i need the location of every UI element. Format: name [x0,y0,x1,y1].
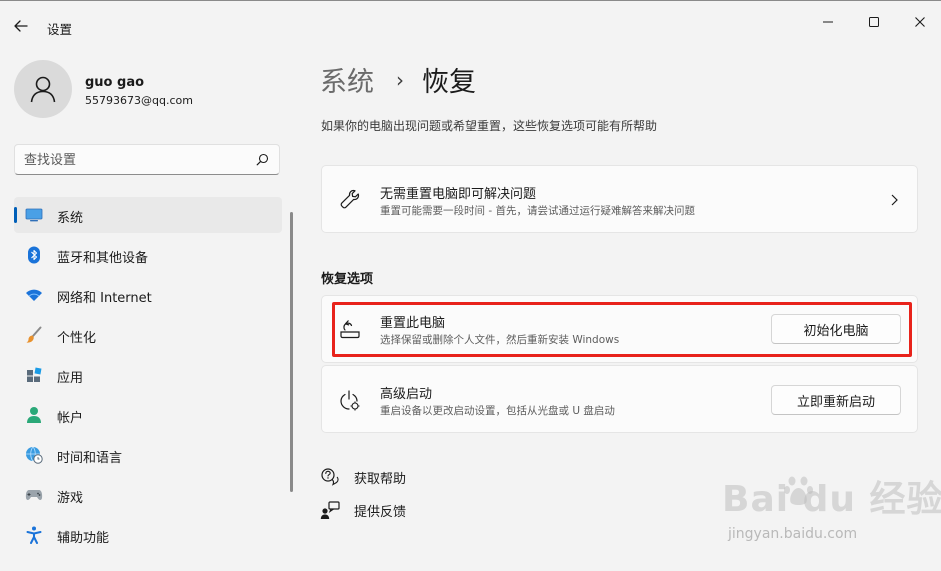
watermark-url: jingyan.baidu.com [728,526,858,542]
close-icon [915,17,925,27]
back-arrow-icon [14,20,28,32]
apps-icon [25,366,43,384]
sidebar-item-gaming[interactable]: 游戏 [14,477,282,513]
page-title: 恢复 [422,67,476,98]
close-button[interactable] [897,7,941,37]
sidebar-item-accounts[interactable]: 帐户 [14,397,282,433]
give-feedback-label: 提供反馈 [354,504,407,520]
give-feedback-link[interactable]: 提供反馈 [320,500,406,520]
maximize-icon [869,17,879,27]
system-icon [25,206,43,224]
advanced-startup-subtitle: 重启设备以更改启动设置，包括从光盘或 U 盘启动 [380,405,615,417]
back-button[interactable] [12,17,30,35]
avatar[interactable] [14,60,72,118]
user-name: guo gao [85,75,145,90]
sidebar-item-label: 蓝牙和其他设备 [57,251,149,266]
get-help-label: 获取帮助 [354,471,407,487]
sidebar-item-accessibility[interactable]: 辅助功能 [14,517,282,553]
active-indicator [14,207,17,223]
chevron-right-icon [891,194,898,206]
troubleshoot-subtitle: 重置可能需要一段时间 - 首先，请尝试通过运行疑难解答来解决问题 [380,205,695,217]
sidebar-item-label: 帐户 [57,411,84,426]
maximize-button[interactable] [851,7,897,37]
gamepad-icon [25,486,43,504]
person-icon [30,76,56,103]
advanced-startup-icon [339,389,361,411]
sidebar-item-time-language[interactable]: 时间和语言 [14,437,282,473]
breadcrumb-separator: › [396,67,404,92]
help-chat-icon [320,467,340,487]
settings-window: 设置 guo gao 55793673@qq.com 查找设置 系统 蓝牙和其他… [0,0,941,571]
bluetooth-icon [25,246,43,264]
title-bar: 设置 [0,1,941,45]
sidebar-item-personalization[interactable]: 个性化 [14,317,282,353]
wrench-icon [339,188,361,210]
baidu-watermark: Bai du 经验 jingyan.baidu.com [722,470,941,550]
sidebar-scrollbar[interactable] [290,212,293,492]
annotation-highlight-box [332,302,912,357]
wifi-icon [25,286,43,304]
app-title: 设置 [47,22,73,37]
breadcrumb: 系统 › 恢复 [320,60,476,99]
sidebar-item-network[interactable]: 网络和 Internet [14,277,282,313]
search-input[interactable] [24,151,244,169]
feedback-icon [320,500,340,520]
sidebar-item-bluetooth[interactable]: 蓝牙和其他设备 [14,237,282,273]
recovery-section-title: 恢复选项 [321,272,374,287]
paw-logo-icon [784,476,813,505]
sidebar-item-label: 个性化 [57,331,97,346]
accessibility-icon [25,526,43,544]
sidebar-item-apps[interactable]: 应用 [14,357,282,393]
breadcrumb-parent[interactable]: 系统 [320,60,374,99]
sidebar-item-label: 系统 [57,211,84,226]
sidebar-item-label: 时间和语言 [57,451,123,466]
globe-clock-icon [25,446,43,464]
get-help-link[interactable]: 获取帮助 [320,467,406,487]
search-icon[interactable] [256,153,269,166]
user-email: 55793673@qq.com [85,94,193,107]
brush-icon [25,326,43,344]
watermark-brand: Bai du 经验 [722,479,941,520]
advanced-startup-card: 高级启动 重启设备以更改启动设置，包括从光盘或 U 盘启动 立即重新启动 [321,365,918,433]
minimize-icon [823,21,833,23]
sidebar-nav: 系统 蓝牙和其他设备 网络和 Internet 个性化 应用 帐户 时间和语言 … [14,197,282,557]
minimize-button[interactable] [805,7,851,37]
account-icon [25,406,43,424]
sidebar-item-label: 应用 [57,371,84,386]
sidebar-item-label: 辅助功能 [57,531,110,546]
advanced-startup-title: 高级启动 [380,387,433,402]
page-description: 如果你的电脑出现问题或希望重置，这些恢复选项可能有所帮助 [321,119,658,133]
troubleshoot-card[interactable]: 无需重置电脑即可解决问题 重置可能需要一段时间 - 首先，请尝试通过运行疑难解答… [321,165,918,233]
restart-now-button[interactable]: 立即重新启动 [771,385,901,415]
sidebar-item-label: 网络和 Internet [57,291,152,306]
search-box[interactable] [14,144,280,175]
sidebar-item-system[interactable]: 系统 [14,197,282,233]
sidebar-item-label: 游戏 [57,491,84,506]
troubleshoot-title: 无需重置电脑即可解决问题 [380,187,537,202]
